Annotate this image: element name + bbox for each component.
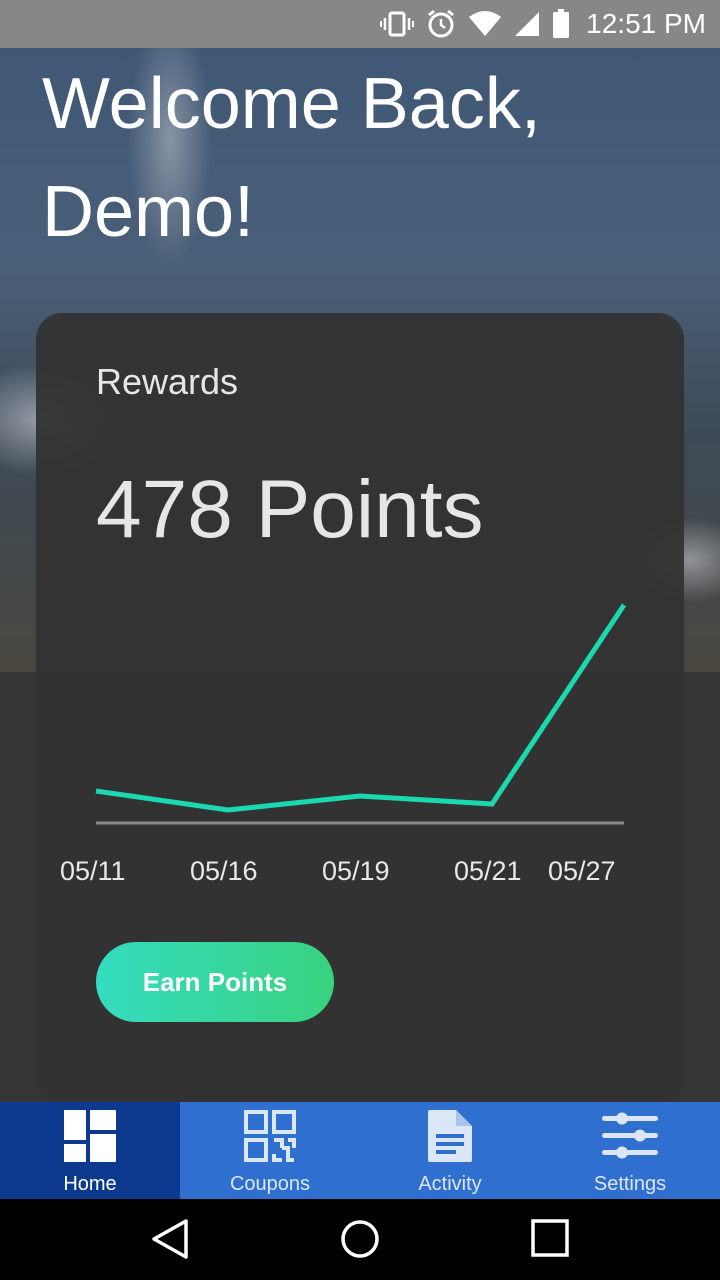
- chart-x-tick-label: 05/21: [454, 856, 522, 886]
- nav-item-coupons[interactable]: Coupons: [180, 1102, 360, 1199]
- sliders-icon: [602, 1108, 658, 1164]
- system-nav-bar: [0, 1199, 720, 1280]
- nav-item-settings[interactable]: Settings: [540, 1102, 720, 1199]
- points-line-chart: [95, 603, 627, 825]
- chart-x-tick-label: 05/11: [60, 856, 126, 886]
- nav-item-activity[interactable]: Activity: [360, 1102, 540, 1199]
- nav-label-home: Home: [63, 1173, 117, 1195]
- chart-x-tick-label: 05/19: [322, 856, 390, 886]
- back-icon[interactable]: [150, 1217, 190, 1266]
- qr-code-icon: [242, 1108, 298, 1164]
- bottom-nav: Home Coupons Activity Settings: [0, 1102, 720, 1199]
- chart-series-line: [95, 603, 627, 813]
- nav-label-settings: Settings: [593, 1173, 667, 1195]
- nav-item-home[interactable]: Home: [0, 1102, 180, 1199]
- recents-square-icon[interactable]: [529, 1217, 571, 1266]
- nav-label-activity: Activity: [418, 1173, 482, 1195]
- document-icon: [422, 1108, 478, 1164]
- earn-points-button[interactable]: Earn Points: [96, 942, 334, 1022]
- chart-x-tick-label: 05/27: [548, 856, 616, 886]
- chart-x-tick-label: 05/16: [190, 856, 258, 886]
- home-grid-icon: [62, 1108, 118, 1164]
- nav-label-coupons: Coupons: [229, 1173, 311, 1195]
- home-circle-icon[interactable]: [339, 1217, 381, 1266]
